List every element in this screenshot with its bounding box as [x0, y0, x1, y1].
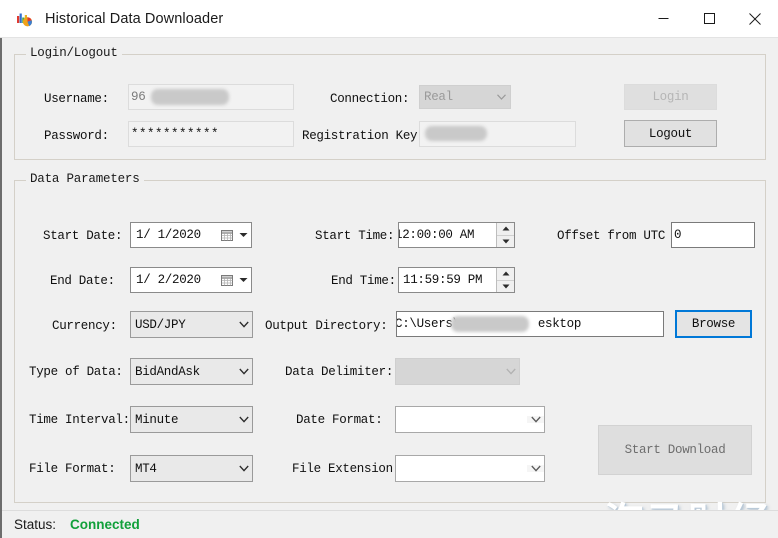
currency-value: USD/JPY — [131, 318, 235, 332]
chevron-down-icon — [502, 368, 519, 375]
chevron-down-icon[interactable] — [235, 465, 252, 472]
chevron-down-icon[interactable] — [236, 277, 251, 283]
logout-button[interactable]: Logout — [624, 120, 717, 147]
type-of-data-label: Type of Data: — [29, 365, 123, 379]
end-date-value: 1/ 2/2020 — [131, 273, 219, 287]
file-extension-select[interactable] — [395, 455, 545, 482]
password-value: *********** — [131, 127, 219, 141]
login-logout-group-title: Login/Logout — [26, 46, 122, 60]
username-label: Username: — [44, 92, 109, 106]
login-button-label: Login — [652, 90, 688, 104]
start-date-picker[interactable]: 1/ 1/2020 — [130, 222, 252, 248]
offset-utc-label: Offset from UTC — [557, 229, 665, 243]
end-time-value: 11:59:59 PM — [399, 273, 496, 287]
title-bar: Historical Data Downloader — [0, 0, 778, 38]
chevron-down-icon[interactable] — [527, 416, 544, 423]
time-interval-label: Time Interval: — [29, 413, 130, 427]
login-button[interactable]: Login — [624, 84, 717, 110]
password-label: Password: — [44, 129, 109, 143]
chevron-down-icon[interactable] — [527, 465, 544, 472]
spin-down-icon[interactable] — [497, 280, 514, 293]
start-date-value: 1/ 1/2020 — [131, 228, 219, 242]
close-button[interactable] — [732, 0, 778, 38]
end-time-spinner[interactable]: 11:59:59 PM — [398, 267, 515, 293]
registration-key-label: Registration Key: — [302, 129, 424, 143]
spin-up-icon[interactable] — [497, 223, 514, 235]
spin-up-icon[interactable] — [497, 268, 514, 280]
application-window: Historical Data Downloader Login/Logout … — [0, 0, 778, 538]
chevron-down-icon — [493, 94, 510, 100]
connection-value: Real — [420, 90, 493, 104]
window-controls — [640, 0, 778, 38]
chevron-down-icon[interactable] — [235, 321, 252, 328]
end-time-spin-buttons[interactable] — [496, 268, 514, 292]
registration-key-redaction — [425, 126, 487, 141]
file-format-select[interactable]: MT4 — [130, 455, 253, 482]
minimize-button[interactable] — [640, 0, 686, 38]
end-time-label: End Time: — [331, 274, 396, 288]
date-format-select[interactable] — [395, 406, 545, 433]
output-directory-input[interactable]: C:\Users\ esktop — [396, 311, 664, 337]
start-time-value: 12:00:00 AM — [398, 228, 496, 242]
start-date-label: Start Date: — [43, 229, 122, 243]
data-delimiter-label: Data Delimiter: — [285, 365, 393, 379]
offset-utc-value: 0 — [674, 228, 681, 242]
currency-select[interactable]: USD/JPY — [130, 311, 253, 338]
browse-button[interactable]: Browse — [675, 310, 752, 338]
status-bar: Status: Connected — [2, 510, 778, 538]
maximize-button[interactable] — [686, 0, 732, 38]
client-area: Login/Logout Username: 96 Password: ****… — [0, 38, 778, 538]
data-delimiter-select[interactable] — [395, 358, 520, 385]
currency-label: Currency: — [52, 319, 117, 333]
connection-label: Connection: — [330, 92, 409, 106]
file-format-label: File Format: — [29, 462, 115, 476]
start-time-label: Start Time: — [315, 229, 394, 243]
logout-button-label: Logout — [649, 127, 692, 141]
chart-app-icon — [16, 10, 34, 28]
chevron-down-icon[interactable] — [236, 232, 251, 238]
offset-utc-input[interactable]: 0 — [671, 222, 755, 248]
type-of-data-select[interactable]: BidAndAsk — [130, 358, 253, 385]
calendar-icon[interactable] — [219, 274, 236, 287]
window-title: Historical Data Downloader — [45, 11, 223, 27]
status-label: Status: — [14, 517, 56, 532]
output-directory-label: Output Directory: — [265, 319, 387, 333]
start-download-button[interactable]: Start Download — [598, 425, 752, 475]
chevron-down-icon[interactable] — [235, 416, 252, 423]
calendar-icon[interactable] — [219, 229, 236, 242]
type-of-data-value: BidAndAsk — [131, 365, 235, 379]
username-value: 96 — [131, 90, 145, 104]
connection-select[interactable]: Real — [419, 85, 511, 109]
end-date-label: End Date: — [50, 274, 115, 288]
date-format-label: Date Format: — [296, 413, 382, 427]
status-badge: Connected — [70, 517, 140, 532]
time-interval-value: Minute — [131, 413, 235, 427]
output-directory-value-tail: esktop — [538, 317, 581, 331]
time-interval-select[interactable]: Minute — [130, 406, 253, 433]
file-format-value: MT4 — [131, 462, 235, 476]
output-directory-redaction — [451, 316, 529, 332]
data-parameters-group-title: Data Parameters — [26, 172, 144, 186]
start-download-button-label: Start Download — [625, 443, 726, 457]
spin-down-icon[interactable] — [497, 235, 514, 248]
file-extension-label: File Extension — [292, 462, 393, 476]
password-input[interactable]: *********** — [128, 121, 294, 147]
end-date-picker[interactable]: 1/ 2/2020 — [130, 267, 252, 293]
username-redaction — [151, 89, 229, 105]
start-time-spin-buttons[interactable] — [496, 223, 514, 247]
browse-button-label: Browse — [692, 317, 735, 331]
start-time-spinner[interactable]: 12:00:00 AM — [398, 222, 515, 248]
chevron-down-icon[interactable] — [235, 368, 252, 375]
